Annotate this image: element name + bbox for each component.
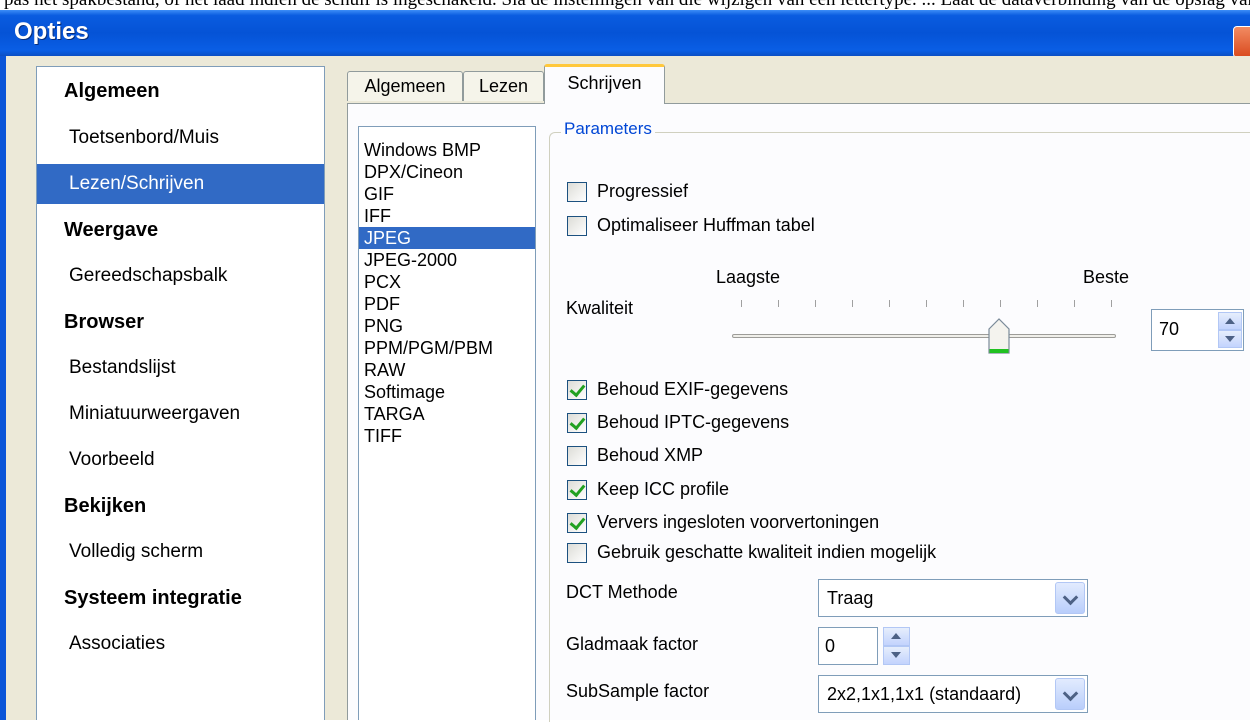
tab-algemeen[interactable]: Algemeen xyxy=(347,71,463,101)
list-item[interactable]: PNG xyxy=(359,315,535,337)
optimize-huffman-label: Optimaliseer Huffman tabel xyxy=(597,215,815,235)
optimize-huffman-checkbox[interactable] xyxy=(567,216,587,236)
list-item[interactable]: Softimage xyxy=(359,381,535,403)
slider-tick xyxy=(889,300,890,307)
format-list[interactable]: Windows BMP DPX/Cineon GIF IFF JPEG JPEG… xyxy=(358,126,536,720)
dct-label: DCT Methode xyxy=(566,582,678,602)
list-item[interactable]: DPX/Cineon xyxy=(359,161,535,183)
list-item[interactable]: IFF xyxy=(359,205,535,227)
quality-low-label: Laagste xyxy=(716,267,781,287)
window-left-border xyxy=(0,56,6,720)
tree-item-bestandslijst[interactable]: Bestandslijst xyxy=(37,348,324,388)
tree-item-miniatuurweergaven[interactable]: Miniatuurweergaven xyxy=(37,394,324,434)
keep-iptc-checkbox[interactable] xyxy=(567,413,587,433)
list-item[interactable]: Windows BMP xyxy=(359,139,535,161)
estimated-quality-label: Gebruik geschatte kwaliteit indien mogel… xyxy=(597,542,937,562)
tree-item-toetsenbord-muis[interactable]: Toetsenbord/Muis xyxy=(37,118,324,158)
background-document-text: pas het spakbestand, of het laad indien … xyxy=(0,0,1250,10)
list-item[interactable]: JPEG-2000 xyxy=(359,249,535,271)
list-item[interactable]: JPEG xyxy=(359,227,535,249)
tree-item-lezen-schrijven[interactable]: Lezen/Schrijven xyxy=(37,164,324,204)
tree-item-associaties[interactable]: Associaties xyxy=(37,624,324,664)
dct-value: Traag xyxy=(827,588,874,608)
tree-category-algemeen[interactable]: Algemeen xyxy=(37,71,324,111)
chevron-down-icon xyxy=(1062,685,1079,702)
quality-spinbox[interactable]: 70 xyxy=(1151,309,1244,351)
list-item[interactable]: TARGA xyxy=(359,403,535,425)
list-item[interactable]: PDF xyxy=(359,293,535,315)
estimated-quality-checkbox[interactable] xyxy=(567,543,587,563)
progressive-checkbox[interactable] xyxy=(567,182,587,202)
smoothing-spinbox[interactable]: 0 xyxy=(818,627,878,665)
tab-lezen[interactable]: Lezen xyxy=(463,71,544,101)
slider-tick xyxy=(741,300,742,307)
subsample-select[interactable]: 2x2,1x1,1x1 (standaard) xyxy=(818,675,1088,713)
keep-exif-checkbox[interactable] xyxy=(567,380,587,400)
chevron-down-icon xyxy=(1062,589,1079,606)
refresh-previews-checkbox[interactable] xyxy=(567,513,587,533)
keep-xmp-checkbox[interactable] xyxy=(567,446,587,466)
parameters-group-title: Parameters xyxy=(561,119,655,139)
tree-category-browser[interactable]: Browser xyxy=(37,302,324,342)
smoothing-value: 0 xyxy=(825,636,836,656)
arrow-down-icon xyxy=(891,652,901,658)
category-tree[interactable]: Algemeen Toetsenbord/Muis Lezen/Schrijve… xyxy=(36,66,325,720)
list-item[interactable]: RAW xyxy=(359,359,535,381)
window-title: Opties xyxy=(14,18,89,45)
dct-select[interactable]: Traag xyxy=(818,579,1088,617)
smoothing-label: Gladmaak factor xyxy=(566,634,699,654)
quality-value: 70 xyxy=(1159,319,1180,339)
subsample-dropdown-button[interactable] xyxy=(1055,678,1085,710)
progressive-label: Progressief xyxy=(597,181,689,201)
slider-tick xyxy=(1037,300,1038,307)
close-button[interactable] xyxy=(1233,26,1250,58)
keep-exif-label: Behoud EXIF-gegevens xyxy=(597,379,789,399)
slider-tick xyxy=(1074,300,1075,307)
arrow-up-icon xyxy=(1225,318,1235,324)
list-item[interactable]: PPM/PGM/PBM xyxy=(359,337,535,359)
arrow-down-icon xyxy=(1225,336,1235,342)
quality-slider-track[interactable] xyxy=(732,334,1116,338)
keep-iptc-label: Behoud IPTC-gegevens xyxy=(597,412,790,432)
quality-high-label: Beste xyxy=(1083,267,1130,287)
subsample-value: 2x2,1x1,1x1 (standaard) xyxy=(827,684,1022,704)
keep-icc-checkbox[interactable] xyxy=(567,480,587,500)
smoothing-up-button[interactable] xyxy=(883,627,910,646)
quality-slider-thumb[interactable] xyxy=(986,318,1012,356)
smoothing-down-button[interactable] xyxy=(883,646,910,665)
list-item[interactable]: TIFF xyxy=(359,425,535,447)
tree-category-bekijken[interactable]: Bekijken xyxy=(37,486,324,526)
subsample-label: SubSample factor xyxy=(566,681,710,701)
quality-down-button[interactable] xyxy=(1218,330,1242,348)
quality-label: Kwaliteit xyxy=(566,298,634,318)
slider-tick xyxy=(963,300,964,307)
tree-item-gereedschapsbalk[interactable]: Gereedschapsbalk xyxy=(37,256,324,296)
keep-xmp-label: Behoud XMP xyxy=(597,445,704,465)
quality-up-button[interactable] xyxy=(1218,312,1242,330)
list-item[interactable]: GIF xyxy=(359,183,535,205)
tree-category-systeem-integratie[interactable]: Systeem integratie xyxy=(37,578,324,618)
list-item[interactable]: PCX xyxy=(359,271,535,293)
slider-tick xyxy=(815,300,816,307)
dct-dropdown-button[interactable] xyxy=(1055,582,1085,614)
title-bar[interactable]: Opties xyxy=(0,10,1250,58)
tree-item-volledig-scherm[interactable]: Volledig scherm xyxy=(37,532,324,572)
slider-tick xyxy=(926,300,927,307)
slider-tick xyxy=(852,300,853,307)
tree-category-weergave[interactable]: Weergave xyxy=(37,210,324,250)
slider-tick xyxy=(1111,300,1112,307)
tree-item-voorbeeld[interactable]: Voorbeeld xyxy=(37,440,324,480)
tab-schrijven[interactable]: Schrijven xyxy=(544,64,665,104)
slider-tick xyxy=(778,300,779,307)
refresh-previews-label: Ververs ingesloten voorvertoningen xyxy=(597,512,880,532)
arrow-up-icon xyxy=(891,633,901,639)
keep-icc-label: Keep ICC profile xyxy=(597,479,730,499)
slider-tick xyxy=(1000,300,1001,307)
